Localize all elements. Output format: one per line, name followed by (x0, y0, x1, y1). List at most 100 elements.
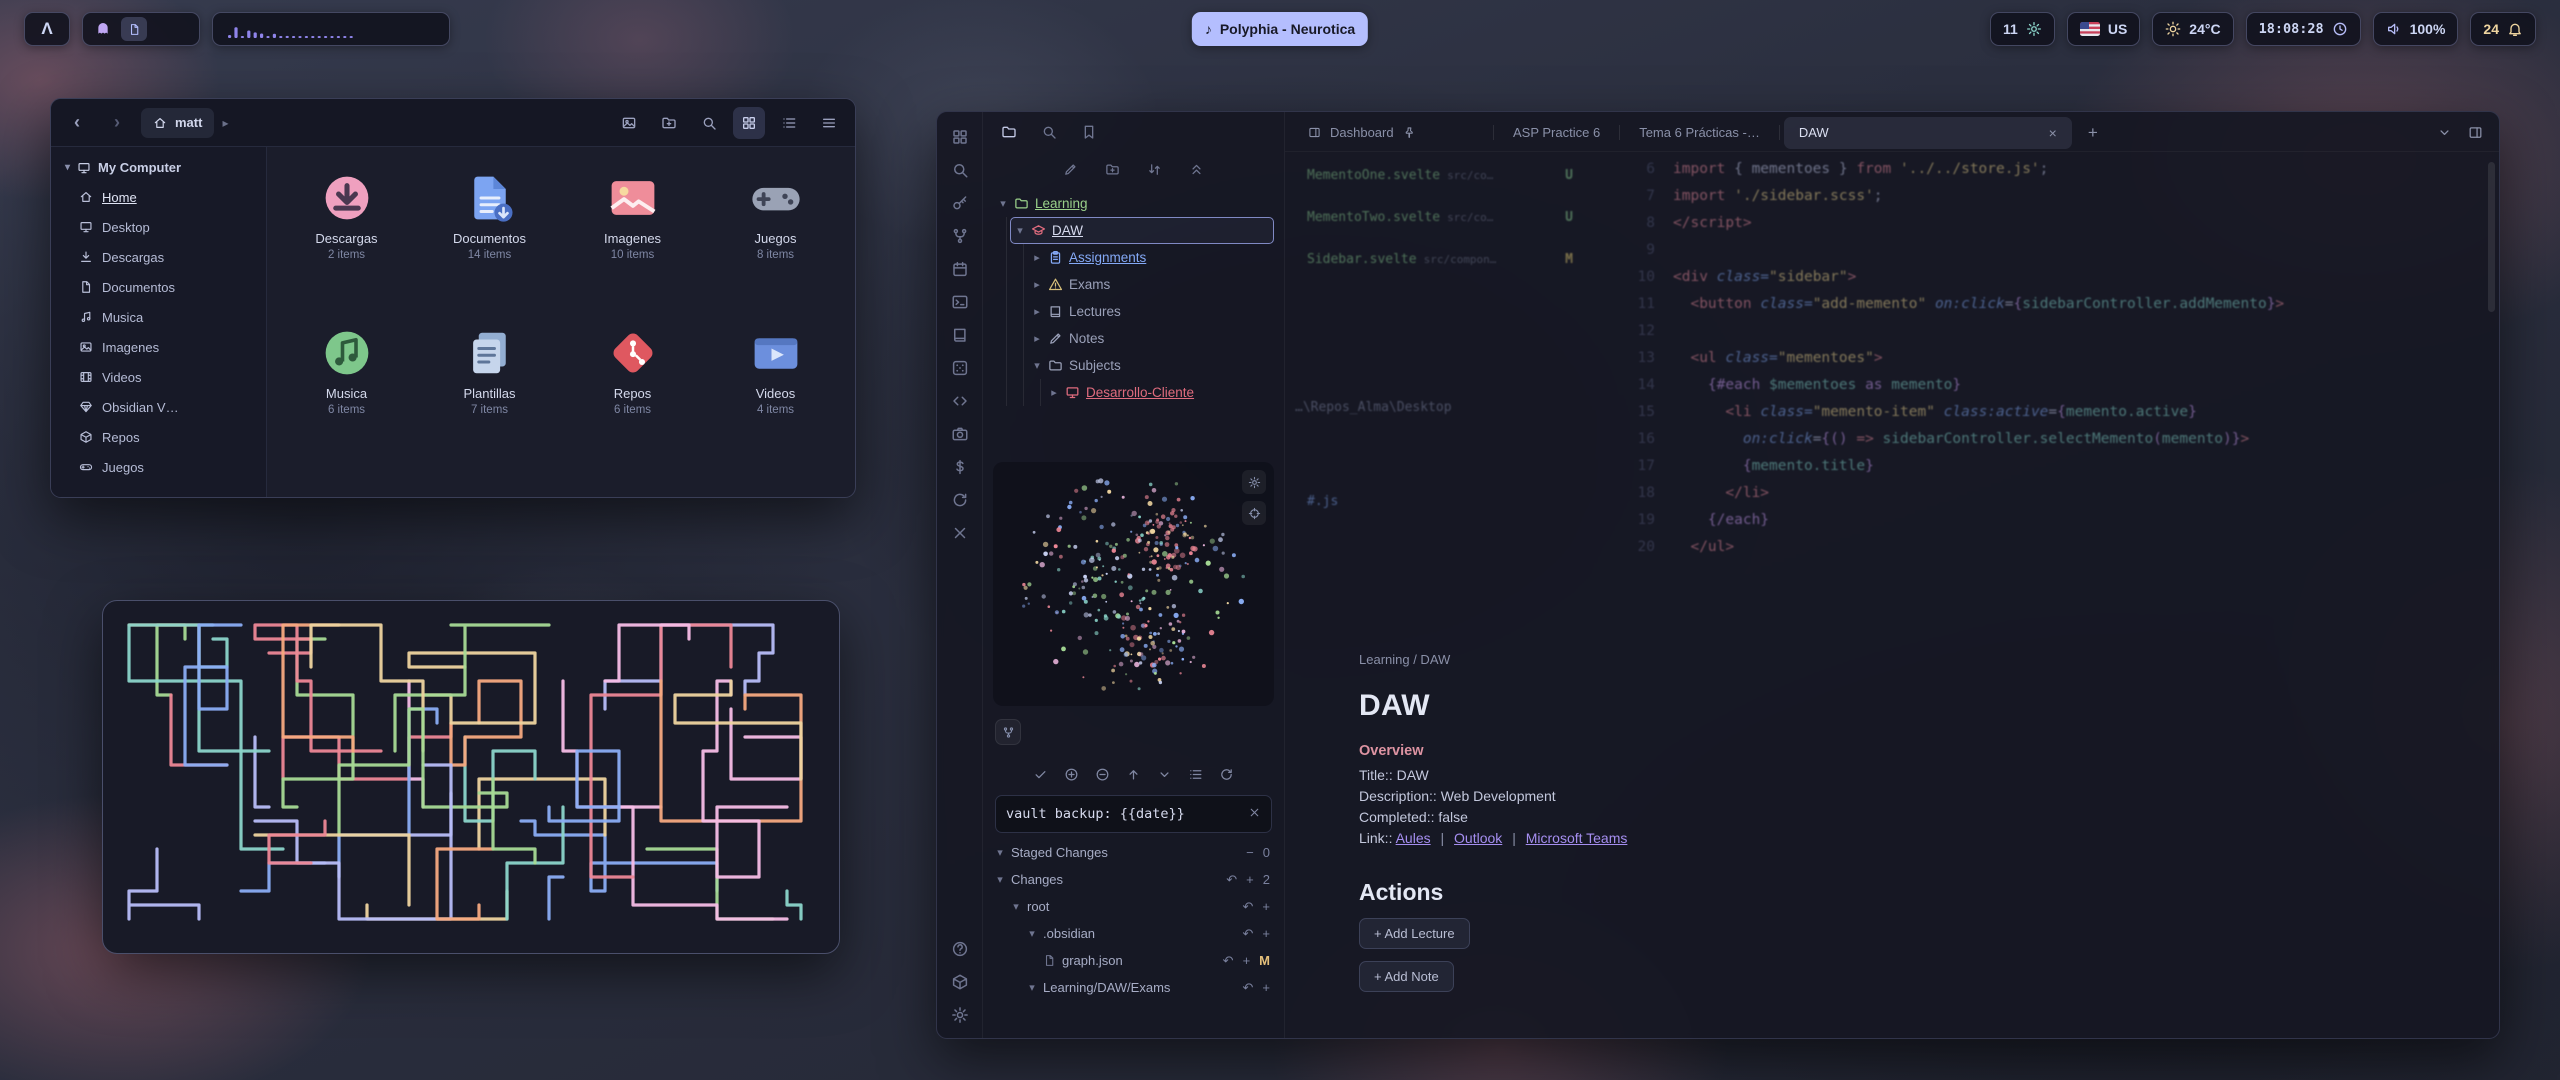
folder-musica[interactable]: Musica6 items (275, 316, 418, 471)
tab-asp-practice[interactable]: ASP Practice 6 (1498, 117, 1615, 149)
discard-icon[interactable]: ↶ (1243, 926, 1254, 942)
refresh-icon[interactable] (1219, 767, 1234, 782)
clear-input-icon[interactable] (1248, 806, 1261, 823)
sidebar-item-imagenes[interactable]: Imagenes (59, 332, 258, 362)
new-folder-button[interactable] (653, 107, 685, 139)
add-lecture-button[interactable]: + Add Lecture (1359, 918, 1470, 949)
updates-module[interactable]: 11 (1990, 12, 2055, 46)
discard-icon[interactable]: ↶ (1243, 899, 1254, 915)
git-row-exams-dir[interactable]: ▾ Learning/DAW/Exams ↶+ (983, 974, 1284, 1001)
tab-dashboard[interactable]: Dashboard (1293, 117, 1489, 149)
tab-tema-6[interactable]: Tema 6 Prácticas -… (1624, 117, 1775, 149)
quick-switcher-icon[interactable] (951, 128, 969, 146)
link-outlook[interactable]: Outlook (1454, 830, 1502, 846)
commit-icon[interactable] (1033, 767, 1048, 782)
camera-icon[interactable] (951, 425, 969, 443)
sidebar-item-videos[interactable]: Videos (59, 362, 258, 392)
search-button[interactable] (693, 107, 725, 139)
unstage-all-icon[interactable] (1095, 767, 1110, 782)
git-row-staged[interactable]: ▾ Staged Changes −0 (983, 839, 1284, 866)
files-tab-icon[interactable] (1001, 124, 1017, 140)
folder-imagenes[interactable]: Imagenes10 items (561, 161, 704, 316)
editor-scrollbar[interactable] (2488, 162, 2495, 312)
vault-switcher-icon[interactable] (951, 973, 969, 991)
folder-repos[interactable]: Repos6 items (561, 316, 704, 471)
breadcrumb[interactable]: matt (141, 108, 214, 138)
sidebar-item-descargas[interactable]: Descargas (59, 242, 258, 272)
graph-focus-button[interactable] (1242, 501, 1266, 525)
search-tab-icon[interactable] (1041, 124, 1057, 140)
search-icon[interactable] (951, 161, 969, 179)
tab-list-icon[interactable] (2437, 125, 2452, 140)
tree-item-subjects[interactable]: ▾ Subjects (1027, 352, 1274, 379)
media-player-module[interactable]: ♪ Polyphia - Neurotica (1192, 12, 1368, 46)
tree-item-exams[interactable]: ▸ Exams (1027, 271, 1274, 298)
menu-button[interactable] (813, 107, 845, 139)
stage-icon[interactable]: + (1262, 980, 1270, 995)
terminal-icon[interactable] (951, 293, 969, 311)
tree-item-daw[interactable]: ▾ DAW (1010, 217, 1274, 244)
sort-icon[interactable] (1147, 162, 1162, 177)
sidebar-item-documentos[interactable]: Documentos (59, 272, 258, 302)
commit-message-input[interactable]: vault backup: {{date}} (995, 795, 1272, 833)
book-icon[interactable] (951, 326, 969, 344)
tree-item-desarrollo-cliente[interactable]: ▸ Desarrollo-Cliente (1044, 379, 1274, 406)
tree-item-learning[interactable]: ▾ Learning (993, 190, 1274, 217)
discard-icon[interactable]: ↶ (1226, 872, 1237, 888)
editor-pane[interactable]: MementoOne.svelte src/co… U MementoTwo.s… (1285, 152, 2499, 1038)
forward-button[interactable]: › (101, 107, 133, 139)
folder-descargas[interactable]: Descargas2 items (275, 161, 418, 316)
grid-view-button[interactable] (733, 107, 765, 139)
pull-icon[interactable] (1157, 767, 1172, 782)
change-layout-icon[interactable] (1188, 767, 1203, 782)
link-microsoft-teams[interactable]: Microsoft Teams (1526, 830, 1628, 846)
stage-icon[interactable]: + (1246, 872, 1254, 887)
tab-daw[interactable]: DAW × (1784, 117, 2072, 149)
sidebar-item-obsidian-vault[interactable]: Obsidian V… (59, 392, 258, 422)
new-note-icon[interactable] (1063, 162, 1078, 177)
workspaces-module[interactable] (82, 12, 200, 46)
clock-module[interactable]: 18:08:28 (2246, 12, 2361, 46)
volume-module[interactable]: 100% (2373, 12, 2459, 46)
discard-icon[interactable]: ↶ (1243, 980, 1254, 996)
bookmarks-tab-icon[interactable] (1081, 124, 1097, 140)
notifications-module[interactable]: 24 (2470, 12, 2536, 46)
folder-documentos[interactable]: Documentos14 items (418, 161, 561, 316)
sidebar-item-home[interactable]: Home (59, 182, 258, 212)
pipes-terminal-window[interactable] (103, 601, 839, 953)
sidebar-item-repos[interactable]: Repos (59, 422, 258, 452)
list-view-button[interactable] (773, 107, 805, 139)
sidebar-item-juegos[interactable]: Juegos (59, 452, 258, 482)
dice-icon[interactable] (951, 359, 969, 377)
tree-item-lectures[interactable]: ▸ Lectures (1027, 298, 1274, 325)
sync-icon[interactable] (951, 491, 969, 509)
tree-item-assignments[interactable]: ▸ Assignments (1027, 244, 1274, 271)
git-panel-button[interactable] (995, 719, 1021, 745)
calendar-icon[interactable] (951, 260, 969, 278)
discard-icon[interactable]: ↶ (1223, 953, 1234, 969)
stage-icon[interactable]: + (1262, 899, 1270, 914)
currency-icon[interactable] (951, 458, 969, 476)
folder-juegos[interactable]: Juegos8 items (704, 161, 847, 316)
stage-icon[interactable]: + (1262, 926, 1270, 941)
toggle-right-sidebar-icon[interactable] (2468, 125, 2483, 140)
sidebar-section[interactable]: ▾ My Computer (59, 157, 258, 182)
folder-plantillas[interactable]: Plantillas7 items (418, 316, 561, 471)
key-icon[interactable] (951, 194, 969, 212)
git-row-root[interactable]: ▾ root ↶+ (983, 893, 1284, 920)
weather-module[interactable]: 24°C (2152, 12, 2233, 46)
push-icon[interactable] (1126, 767, 1141, 782)
note-breadcrumb[interactable]: Learning / DAW (1359, 652, 2139, 667)
unstage-icon[interactable]: − (1246, 845, 1254, 860)
sidebar-item-desktop[interactable]: Desktop (59, 212, 258, 242)
close-tab-icon[interactable]: × (2049, 125, 2057, 141)
new-tab-button[interactable]: + (2078, 118, 2108, 148)
stage-icon[interactable]: + (1243, 953, 1251, 968)
collapse-all-icon[interactable] (1189, 162, 1204, 177)
graph-view-icon[interactable] (951, 227, 969, 245)
link-aules[interactable]: Aules (1396, 830, 1431, 846)
new-folder-icon[interactable] (1105, 162, 1120, 177)
git-row-graph-json[interactable]: graph.json ↶+M (983, 947, 1284, 974)
random-note-icon[interactable] (951, 524, 969, 542)
active-workspace[interactable] (121, 17, 147, 41)
